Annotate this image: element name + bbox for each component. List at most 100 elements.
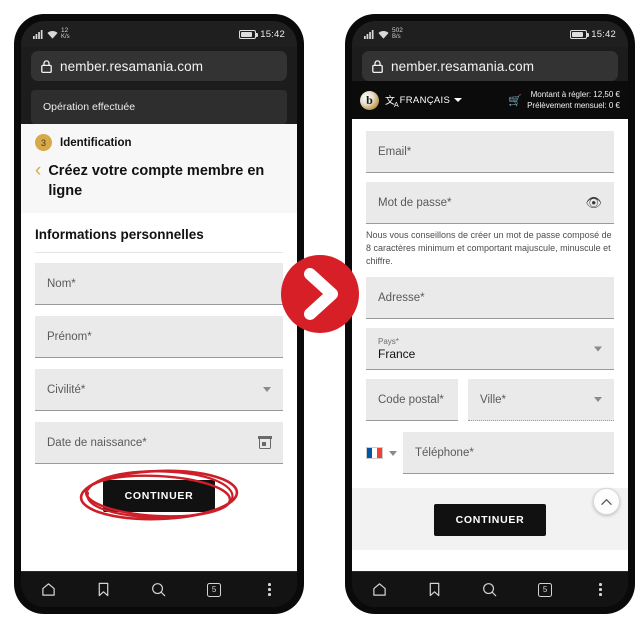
operation-success-toast: Opération effectuée [31, 90, 287, 124]
monthly-debit-label: Prélèvement mensuel: 0 € [527, 101, 620, 110]
toast-message: Opération effectuée [43, 101, 136, 113]
search-icon[interactable] [142, 577, 176, 603]
right-address-fields: Adresse* Pays* France Code postal* Ville… [352, 268, 628, 475]
field-adresse[interactable]: Adresse* [366, 277, 614, 320]
translate-icon: 文A [385, 95, 399, 109]
field-adresse-label: Adresse* [378, 291, 425, 304]
cart-icon: 🛒 [508, 94, 523, 107]
price-summary[interactable]: 🛒 Montant à régler: 12,50 € Prélèvement … [508, 90, 620, 110]
scroll-to-top-fab[interactable] [593, 488, 620, 515]
network-speed-indicator: 502 B/s [392, 27, 403, 41]
field-password[interactable]: Mot de passe* 👁 [366, 182, 614, 224]
field-ville-label: Ville* [480, 393, 506, 406]
continue-button[interactable]: CONTINUER [102, 480, 216, 513]
home-icon[interactable] [32, 577, 66, 603]
tab-count-icon[interactable]: 5 [528, 577, 562, 603]
left-url-text: nember.resamania.com [60, 58, 204, 74]
bookmark-icon[interactable] [87, 577, 121, 603]
tab-count-label: 5 [207, 582, 222, 597]
step-number-badge: 3 [35, 134, 52, 151]
status-time: 15:42 [591, 28, 616, 40]
search-icon[interactable] [473, 577, 507, 603]
left-status-bar: 12 K/s 15:42 [21, 21, 297, 47]
left-phone-frame: 12 K/s 15:42 nember.resamania.com Opérat… [14, 14, 304, 614]
battery-icon [239, 29, 259, 39]
site-header: b 文A FRANÇAIS 🛒 Montant à régler: 12,50 … [352, 81, 628, 119]
right-phone-screen: 502 B/s 15:42 nember.resamania.com b 文A … [352, 21, 628, 607]
field-ville[interactable]: Ville* [468, 379, 614, 422]
chevron-down-icon [594, 397, 602, 403]
right-cta-area: CONTINUER [352, 488, 628, 551]
field-pays[interactable]: Pays* France [366, 328, 614, 371]
overflow-menu-icon[interactable] [252, 577, 286, 603]
chevron-right-arrow-icon [281, 255, 359, 333]
step-row: 3 Identification [35, 134, 283, 151]
right-form-fields: Email* Mot de passe* 👁 [352, 119, 628, 224]
france-flag-icon[interactable] [366, 447, 383, 460]
language-label: FRANÇAIS [399, 94, 451, 106]
field-password-label: Mot de passe* [378, 196, 452, 209]
chevron-down-icon [594, 346, 602, 352]
step-header-area: 3 Identification ‹ Créez votre compte me… [21, 124, 297, 214]
left-browser-bottom-nav: 5 [21, 571, 297, 607]
left-cta-area: CONTINUER [21, 464, 297, 526]
telephone-row: Téléphone* [366, 432, 614, 475]
network-speed-unit: K/s [61, 34, 70, 41]
continue-button[interactable]: CONTINUER [433, 504, 547, 537]
field-prenom[interactable]: Prénom* [35, 316, 283, 359]
section-heading: Informations personnelles [35, 227, 204, 243]
cellular-signal-icon [364, 29, 374, 39]
brand-logo-letter: b [366, 93, 373, 107]
field-nom[interactable]: Nom* [35, 263, 283, 306]
field-telephone[interactable]: Téléphone* [403, 432, 614, 475]
wifi-icon [47, 30, 58, 39]
amount-due-label: Montant à régler: 12,50 € [530, 90, 620, 99]
field-civilite-label: Civilité* [47, 383, 86, 396]
chevron-down-icon [454, 98, 463, 102]
lock-icon [41, 59, 52, 73]
field-email[interactable]: Email* [366, 131, 614, 173]
field-telephone-label: Téléphone* [415, 446, 474, 459]
page-title: Créez votre compte membre en ligne [48, 163, 265, 199]
field-pays-value: France [378, 346, 416, 361]
chevron-down-icon [263, 387, 271, 393]
home-icon[interactable] [363, 577, 397, 603]
right-phone-frame: 502 B/s 15:42 nember.resamania.com b 文A … [345, 14, 635, 614]
right-url-text: nember.resamania.com [391, 58, 535, 74]
overflow-menu-icon[interactable] [583, 577, 617, 603]
cellular-signal-icon [33, 29, 43, 39]
field-code-postal[interactable]: Code postal* [366, 379, 458, 422]
field-date-naissance[interactable]: Date de naissance* [35, 422, 283, 465]
calendar-icon[interactable] [258, 436, 272, 449]
language-selector[interactable]: 文A FRANÇAIS [385, 92, 463, 109]
network-speed-unit: B/s [392, 34, 401, 41]
field-prenom-label: Prénom* [47, 330, 92, 343]
brand-logo[interactable]: b [360, 90, 379, 110]
bookmark-icon[interactable] [418, 577, 452, 603]
eye-icon[interactable]: 👁 [585, 195, 602, 211]
right-page-content: Email* Mot de passe* 👁 Nous vous conseil… [352, 119, 628, 571]
chevron-left-icon[interactable]: ‹ [35, 161, 41, 180]
left-url-bar[interactable]: nember.resamania.com [31, 51, 287, 81]
left-phone-screen: 12 K/s 15:42 nember.resamania.com Opérat… [21, 21, 297, 607]
lock-icon [372, 59, 383, 73]
status-time: 15:42 [260, 28, 285, 40]
right-url-bar[interactable]: nember.resamania.com [362, 51, 618, 81]
password-hint: Nous vous conseillons de créer un mot de… [366, 230, 612, 267]
step-label: Identification [60, 136, 132, 149]
wifi-icon [378, 30, 389, 39]
field-email-label: Email* [378, 145, 412, 158]
field-civilite[interactable]: Civilité* [35, 369, 283, 412]
network-speed-indicator: 12 K/s [61, 27, 70, 41]
chevron-up-icon [601, 498, 612, 505]
tab-count-icon[interactable]: 5 [197, 577, 231, 603]
screenshot-stage: 12 K/s 15:42 nember.resamania.com Opérat… [0, 0, 640, 627]
field-code-postal-label: Code postal* [378, 393, 444, 406]
page-title-row: ‹ Créez votre compte membre en ligne [35, 161, 283, 201]
left-page-content: 3 Identification ‹ Créez votre compte me… [21, 124, 297, 571]
chevron-down-icon[interactable] [389, 450, 397, 456]
right-status-bar: 502 B/s 15:42 [352, 21, 628, 47]
postal-city-row: Code postal* Ville* [366, 379, 614, 422]
right-browser-bottom-nav: 5 [352, 571, 628, 607]
left-form-fields: Nom* Prénom* Civilité* Date de naissance… [21, 253, 297, 465]
